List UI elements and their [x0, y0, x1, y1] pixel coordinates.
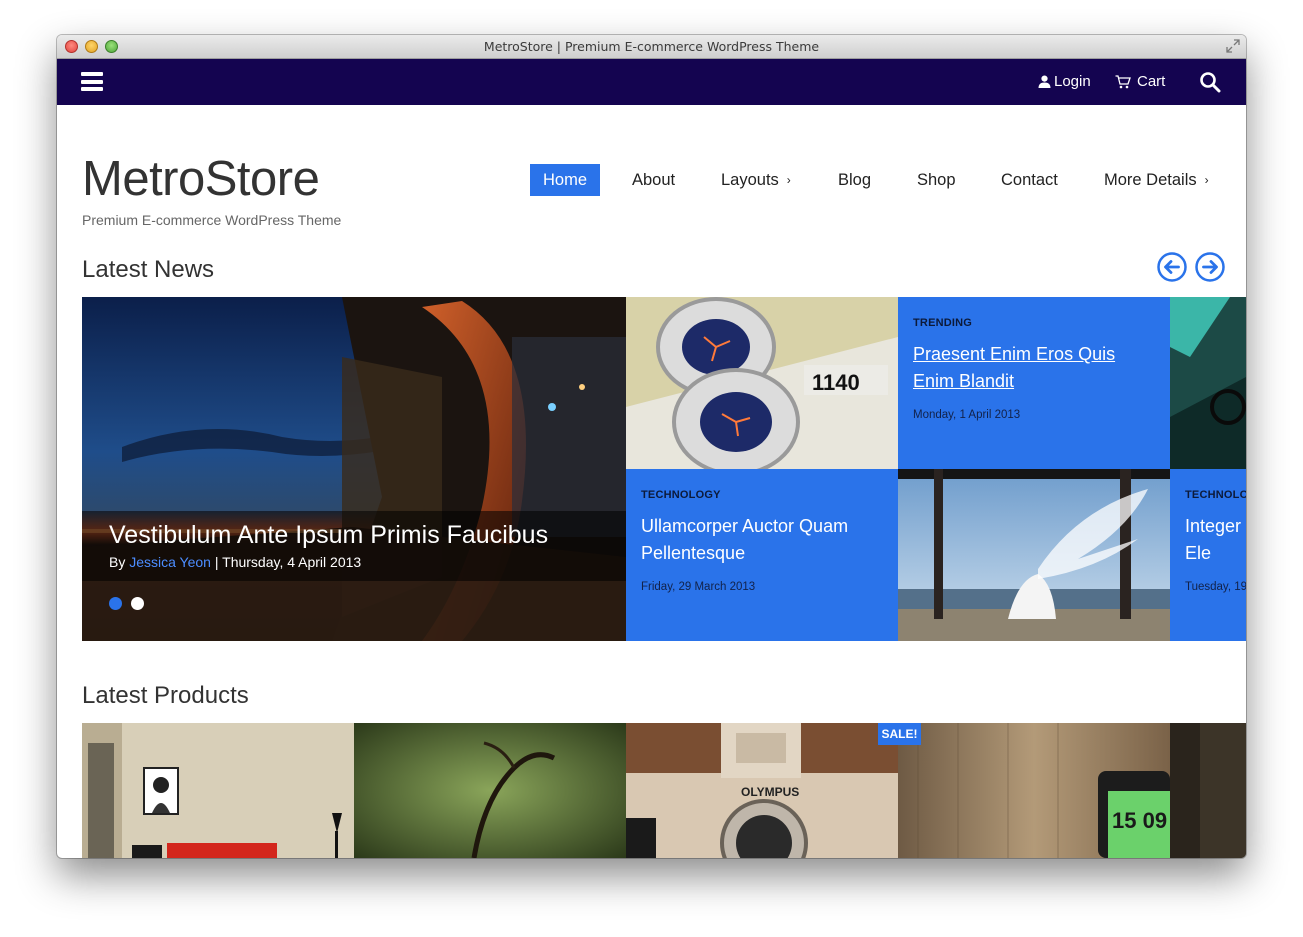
- news-tile-partial[interactable]: TECHNOLO Integer Orci Ele Tuesday, 19: [1170, 469, 1246, 641]
- latest-products-title: Latest Products: [82, 682, 249, 709]
- login-label: Login: [1054, 73, 1091, 90]
- slider-dot-2[interactable]: [131, 597, 144, 610]
- product-card[interactable]: 15 09: [898, 723, 1170, 858]
- product-image: [1170, 723, 1246, 858]
- sign-number: 1140: [812, 370, 860, 395]
- news-image: 1140: [626, 297, 898, 469]
- hero-image: [82, 297, 626, 641]
- product-image: OLYMPUS: [626, 723, 898, 858]
- hero-by: By: [109, 554, 126, 570]
- nav-about[interactable]: About: [632, 164, 675, 196]
- window-titlebar: MetroStore | Premium E-commerce WordPres…: [57, 35, 1246, 59]
- camera-brand: OLYMPUS: [741, 785, 799, 799]
- hero-separator: |: [214, 554, 219, 570]
- nav-blog[interactable]: Blog: [838, 164, 871, 196]
- news-grid: Vestibulum Ante Ipsum Primis Faucibus By…: [82, 297, 1246, 641]
- news-date: Monday, 1 April 2013: [913, 409, 1021, 421]
- nav-contact[interactable]: Contact: [1001, 164, 1058, 196]
- submenu-arrow-icon: ›: [1204, 173, 1209, 187]
- nav-layouts[interactable]: Layouts ›: [721, 164, 791, 196]
- nav-shop[interactable]: Shop: [917, 164, 956, 196]
- news-title[interactable]: Praesent Enim Eros Quis Enim Blandit: [913, 341, 1155, 395]
- submenu-arrow-icon: ›: [786, 173, 791, 187]
- product-image: [354, 723, 626, 858]
- login-link[interactable]: Login: [1038, 73, 1091, 90]
- news-title[interactable]: Ullamcorper Auctor Quam Pellentesque: [641, 513, 883, 567]
- cart-label: Cart: [1137, 73, 1166, 90]
- sale-badge: SALE!: [878, 723, 921, 745]
- hero-title[interactable]: Vestibulum Ante Ipsum Primis Faucibus: [109, 521, 599, 550]
- product-card-partial[interactable]: [1170, 723, 1246, 858]
- news-category[interactable]: TECHNOLO: [1185, 489, 1246, 501]
- news-image-tile-partial[interactable]: [1170, 297, 1246, 469]
- phone-clock: 15 09: [1112, 808, 1167, 833]
- cart-icon: [1115, 74, 1131, 88]
- menu-icon[interactable]: [81, 72, 103, 91]
- latest-news-title: Latest News: [82, 256, 215, 283]
- news-category[interactable]: TRENDING: [913, 317, 1155, 329]
- nav-more-details[interactable]: More Details ›: [1104, 164, 1209, 196]
- product-card[interactable]: [82, 723, 354, 858]
- search-icon[interactable]: [1199, 71, 1221, 93]
- news-image: [898, 469, 1170, 641]
- cart-link[interactable]: Cart: [1115, 73, 1165, 90]
- news-date: Friday, 29 March 2013: [641, 581, 756, 593]
- browser-window: MetroStore | Premium E-commerce WordPres…: [57, 35, 1246, 858]
- window-title: MetroStore | Premium E-commerce WordPres…: [483, 39, 820, 54]
- product-image: 15 09: [898, 723, 1170, 858]
- hero-caption: Vestibulum Ante Ipsum Primis Faucibus By…: [82, 511, 626, 581]
- prev-arrow-icon[interactable]: [1157, 252, 1187, 282]
- news-image-tile[interactable]: 1140: [626, 297, 898, 469]
- hero-meta: By Jessica Yeon | Thursday, 4 April 2013: [109, 554, 599, 570]
- news-tile-trending[interactable]: TRENDING Praesent Enim Eros Quis Enim Bl…: [898, 297, 1170, 469]
- product-card[interactable]: OLYMPUS: [626, 723, 898, 858]
- hero-author-link[interactable]: Jessica Yeon: [129, 554, 211, 570]
- news-title[interactable]: Integer Orci Ele: [1185, 513, 1246, 567]
- fullscreen-icon[interactable]: [1226, 39, 1240, 53]
- products-row: OLYMPUS 15 09 SALE!: [82, 723, 1246, 858]
- site-logo[interactable]: MetroStore: [82, 151, 320, 207]
- news-image: [1170, 297, 1246, 469]
- product-image: [82, 723, 354, 858]
- user-icon: [1038, 75, 1051, 88]
- news-category[interactable]: TECHNOLOGY: [641, 489, 883, 501]
- top-bar: Login Cart: [57, 59, 1246, 105]
- news-image-tile[interactable]: [898, 469, 1170, 641]
- hero-date: Thursday, 4 April 2013: [222, 554, 362, 570]
- nav-home[interactable]: Home: [530, 164, 601, 196]
- news-date: Tuesday, 19: [1185, 581, 1246, 593]
- hero-slide[interactable]: Vestibulum Ante Ipsum Primis Faucibus By…: [82, 297, 626, 641]
- product-card[interactable]: [354, 723, 626, 858]
- next-arrow-icon[interactable]: [1195, 252, 1225, 282]
- site-tagline: Premium E-commerce WordPress Theme: [82, 212, 342, 228]
- news-tile-technology[interactable]: TECHNOLOGY Ullamcorper Auctor Quam Pelle…: [626, 469, 898, 641]
- slider-dot-1[interactable]: [109, 597, 122, 610]
